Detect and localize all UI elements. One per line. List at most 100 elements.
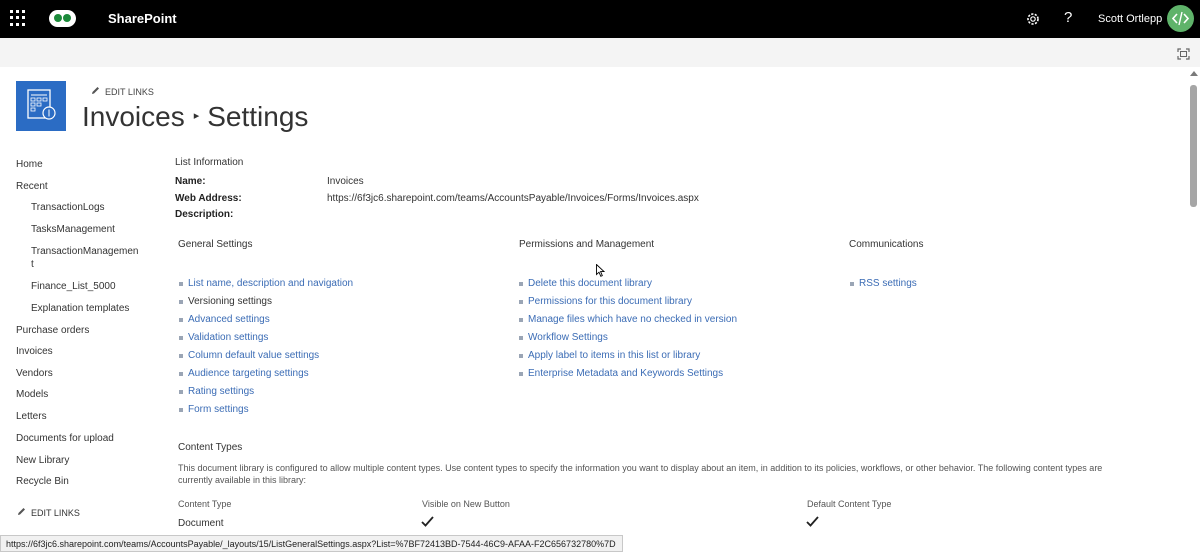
link-manage-unchecked-files[interactable]: Manage files which have no checked in ve… — [528, 314, 737, 325]
general-settings-heading: General Settings — [178, 239, 253, 250]
nav-item-new-library[interactable]: New Library — [16, 455, 69, 466]
list-item[interactable]: Validation settings — [178, 332, 353, 350]
edit-links-top[interactable]: EDIT LINKS — [91, 86, 154, 97]
scrollbar-thumb[interactable] — [1190, 85, 1197, 207]
list-item[interactable]: Permissions for this document library — [518, 296, 737, 314]
bullet-icon — [179, 354, 183, 358]
nav-item-purchase-orders[interactable]: Purchase orders — [16, 325, 89, 336]
bullet-icon — [519, 372, 523, 376]
nav-item-invoices[interactable]: Invoices — [16, 346, 53, 357]
scroll-up-arrow-icon[interactable] — [1190, 71, 1198, 76]
bullet-icon — [519, 336, 523, 340]
nav-item-recent[interactable]: Recent — [16, 181, 48, 192]
link-form-settings[interactable]: Form settings — [188, 404, 249, 415]
command-bar — [0, 38, 1200, 67]
user-name[interactable]: Scott Ortlepp — [1098, 13, 1162, 25]
app-logo-icon[interactable] — [49, 10, 76, 27]
site-logo[interactable] — [16, 81, 66, 131]
link-workflow-settings[interactable]: Workflow Settings — [528, 332, 608, 343]
nav-item-letters[interactable]: Letters — [16, 411, 47, 422]
link-versioning-settings[interactable]: Versioning settings — [188, 296, 272, 307]
content-type-document-link[interactable]: Document — [178, 518, 224, 529]
title-settings: Settings — [207, 101, 309, 132]
link-delete-library[interactable]: Delete this document library — [528, 278, 652, 289]
list-item[interactable]: Audience targeting settings — [178, 368, 353, 386]
edit-links-bottom[interactable]: EDIT LINKS — [17, 507, 80, 518]
status-bar-url: https://6f3jc6.sharepoint.com/teams/Acco… — [0, 535, 623, 552]
list-item[interactable]: Apply label to items in this list or lib… — [518, 350, 737, 368]
link-advanced-settings[interactable]: Advanced settings — [188, 314, 270, 325]
bullet-icon — [179, 336, 183, 340]
suite-bar: SharePoint ? Scott Ortlepp — [0, 0, 1200, 38]
communications-heading: Communications — [849, 239, 924, 250]
list-item[interactable]: Form settings — [178, 404, 353, 422]
nav-item-models[interactable]: Models — [16, 389, 48, 400]
link-column-default-value-settings[interactable]: Column default value settings — [188, 350, 319, 361]
web-address-label: Web Address: — [175, 193, 242, 204]
list-item[interactable]: RSS settings — [849, 278, 917, 296]
pencil-icon — [17, 507, 26, 518]
name-value: Invoices — [327, 176, 364, 187]
page-title: Invoices ▸ Settings — [82, 101, 308, 133]
gear-icon[interactable] — [1025, 11, 1041, 27]
help-icon[interactable]: ? — [1064, 9, 1072, 26]
nav-item-transactionmanagement-wrap[interactable]: t — [31, 259, 34, 270]
bullet-icon — [519, 282, 523, 286]
list-item[interactable]: Rating settings — [178, 386, 353, 404]
link-permissions-library[interactable]: Permissions for this document library — [528, 296, 692, 307]
focus-mode-icon[interactable] — [1177, 48, 1190, 60]
permissions-heading: Permissions and Management — [519, 239, 655, 250]
list-information-heading: List Information — [175, 157, 244, 168]
nav-item-home[interactable]: Home — [16, 159, 43, 170]
default-content-type-column-header: Default Content Type — [807, 499, 892, 509]
bullet-icon — [179, 372, 183, 376]
web-address-value: https://6f3jc6.sharepoint.com/teams/Acco… — [327, 193, 699, 204]
title-list-link[interactable]: Invoices — [82, 101, 185, 132]
nav-item-transactionlogs[interactable]: TransactionLogs — [31, 202, 105, 213]
link-apply-label[interactable]: Apply label to items in this list or lib… — [528, 350, 700, 361]
code-avatar-icon[interactable] — [1167, 5, 1194, 32]
app-name-link[interactable]: SharePoint — [108, 11, 177, 26]
bullet-icon — [179, 318, 183, 322]
list-item[interactable]: Manage files which have no checked in ve… — [518, 314, 737, 332]
link-enterprise-metadata[interactable]: Enterprise Metadata and Keywords Setting… — [528, 368, 723, 379]
list-item[interactable]: Versioning settings — [178, 296, 353, 314]
bullet-icon — [179, 390, 183, 394]
list-item[interactable]: Delete this document library — [518, 278, 737, 296]
nav-item-finance-list[interactable]: Finance_List_5000 — [31, 281, 116, 292]
content-types-description: This document library is configured to a… — [178, 463, 1103, 485]
description-label: Description: — [175, 209, 234, 220]
list-item[interactable]: Column default value settings — [178, 350, 353, 368]
bullet-icon — [850, 282, 854, 286]
bullet-icon — [519, 318, 523, 322]
visible-on-new-button-column-header: Visible on New Button — [422, 499, 510, 509]
nav-item-vendors[interactable]: Vendors — [16, 368, 53, 379]
name-label: Name: — [175, 176, 206, 187]
nav-item-documents-for-upload[interactable]: Documents for upload — [16, 433, 114, 444]
bullet-icon — [179, 408, 183, 412]
list-item[interactable]: Enterprise Metadata and Keywords Setting… — [518, 368, 737, 386]
nav-item-tasksmanagement[interactable]: TasksManagement — [31, 224, 115, 235]
bullet-icon — [179, 282, 183, 286]
nav-item-recycle-bin[interactable]: Recycle Bin — [16, 476, 69, 487]
nav-item-explanation-templates[interactable]: Explanation templates — [31, 303, 129, 314]
checkmark-icon — [421, 516, 434, 527]
waffle-icon[interactable] — [10, 10, 26, 26]
nav-item-transactionmanagement[interactable]: TransactionManagemen — [31, 246, 138, 257]
breadcrumb-separator-icon: ▸ — [193, 110, 200, 123]
link-rating-settings[interactable]: Rating settings — [188, 386, 254, 397]
list-item[interactable]: Advanced settings — [178, 314, 353, 332]
general-settings-list: List name, description and navigation Ve… — [178, 278, 353, 422]
pencil-icon — [91, 86, 100, 97]
list-item[interactable]: List name, description and navigation — [178, 278, 353, 296]
link-list-name-description[interactable]: List name, description and navigation — [188, 278, 353, 289]
bullet-icon — [179, 300, 183, 304]
checkmark-icon — [806, 516, 819, 527]
link-rss-settings[interactable]: RSS settings — [859, 278, 917, 289]
content-types-heading: Content Types — [178, 442, 243, 453]
link-audience-targeting-settings[interactable]: Audience targeting settings — [188, 368, 309, 379]
content-type-column-header: Content Type — [178, 499, 232, 509]
link-validation-settings[interactable]: Validation settings — [188, 332, 268, 343]
list-item[interactable]: Workflow Settings — [518, 332, 737, 350]
permissions-list: Delete this document library Permissions… — [518, 278, 737, 386]
